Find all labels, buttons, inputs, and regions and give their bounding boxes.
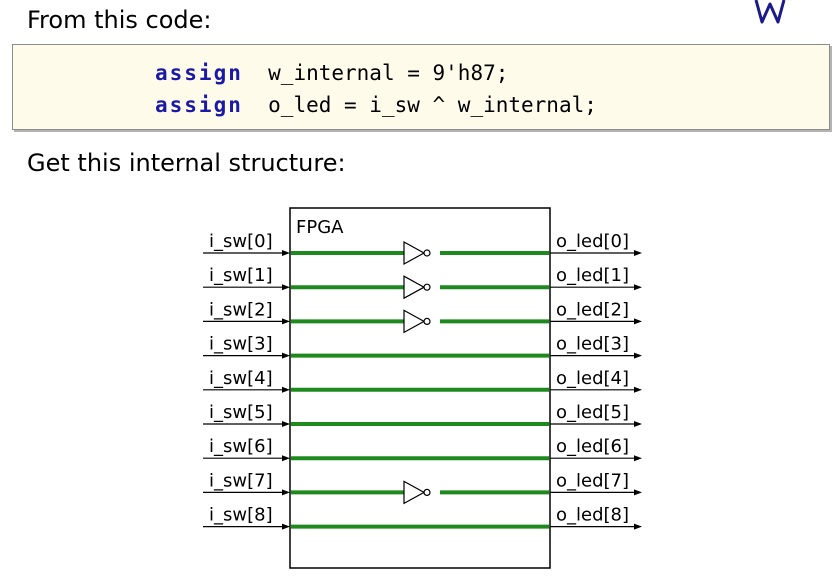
- inverter-bubble: [423, 488, 431, 496]
- input-arrow-icon: [282, 455, 290, 462]
- input-pin-label: i_sw[5]: [209, 402, 273, 423]
- output-pin-label: o_led[5]: [556, 402, 629, 423]
- input-arrow-icon: [282, 489, 290, 496]
- input-pin-label: i_sw[1]: [209, 265, 273, 286]
- input-arrow-icon: [282, 523, 290, 530]
- input-arrow-icon: [282, 250, 290, 256]
- output-arrow-icon: [634, 523, 642, 530]
- output-pin-label: o_led[1]: [556, 265, 629, 286]
- input-pin-label: i_sw[4]: [209, 368, 273, 389]
- output-arrow-icon: [634, 352, 642, 359]
- input-pin-label: i_sw[0]: [209, 231, 273, 252]
- output-arrow-icon: [634, 489, 642, 496]
- output-pin-label: o_led[6]: [556, 436, 629, 457]
- output-pin-label: o_led[4]: [556, 368, 629, 389]
- inverter-gate: [403, 240, 426, 266]
- output-pin-label: o_led[3]: [556, 334, 629, 355]
- input-pin-label: i_sw[3]: [209, 334, 273, 355]
- output-pin-label: o_led[2]: [556, 299, 629, 320]
- output-arrow-icon: [634, 455, 642, 462]
- inverter-bubble: [423, 249, 431, 257]
- input-pin-label: i_sw[7]: [209, 470, 273, 491]
- input-arrow-icon: [282, 284, 290, 291]
- fpga-diagram: FPGA i_sw[0] o_led[0] i_sw[1] o_led[1] i_sw[…: [203, 207, 642, 569]
- output-pin-label: o_led[0]: [556, 231, 629, 252]
- inverter-bubble: [423, 283, 431, 291]
- fpga-label: FPGA: [296, 217, 344, 238]
- inverter-bubble: [423, 317, 431, 325]
- output-arrow-icon: [634, 284, 642, 291]
- input-arrow-icon: [282, 318, 290, 325]
- input-pin-label: i_sw[6]: [209, 436, 273, 457]
- inverter-gate: [403, 275, 426, 300]
- output-arrow-icon: [634, 421, 642, 427]
- input-pin-label: i_sw[2]: [209, 299, 273, 320]
- input-arrow-icon: [282, 386, 290, 393]
- input-arrow-icon: [282, 352, 290, 359]
- output-arrow-icon: [634, 318, 642, 325]
- inverter-gate: [403, 309, 426, 334]
- input-pin-label: i_sw[8]: [209, 505, 273, 526]
- input-arrow-icon: [282, 421, 290, 427]
- output-pin-label: o_led[7]: [556, 470, 629, 491]
- inverter-gate: [403, 480, 426, 505]
- output-arrow-icon: [634, 250, 642, 256]
- output-pin-label: o_led[8]: [556, 505, 629, 526]
- output-arrow-icon: [634, 386, 642, 393]
